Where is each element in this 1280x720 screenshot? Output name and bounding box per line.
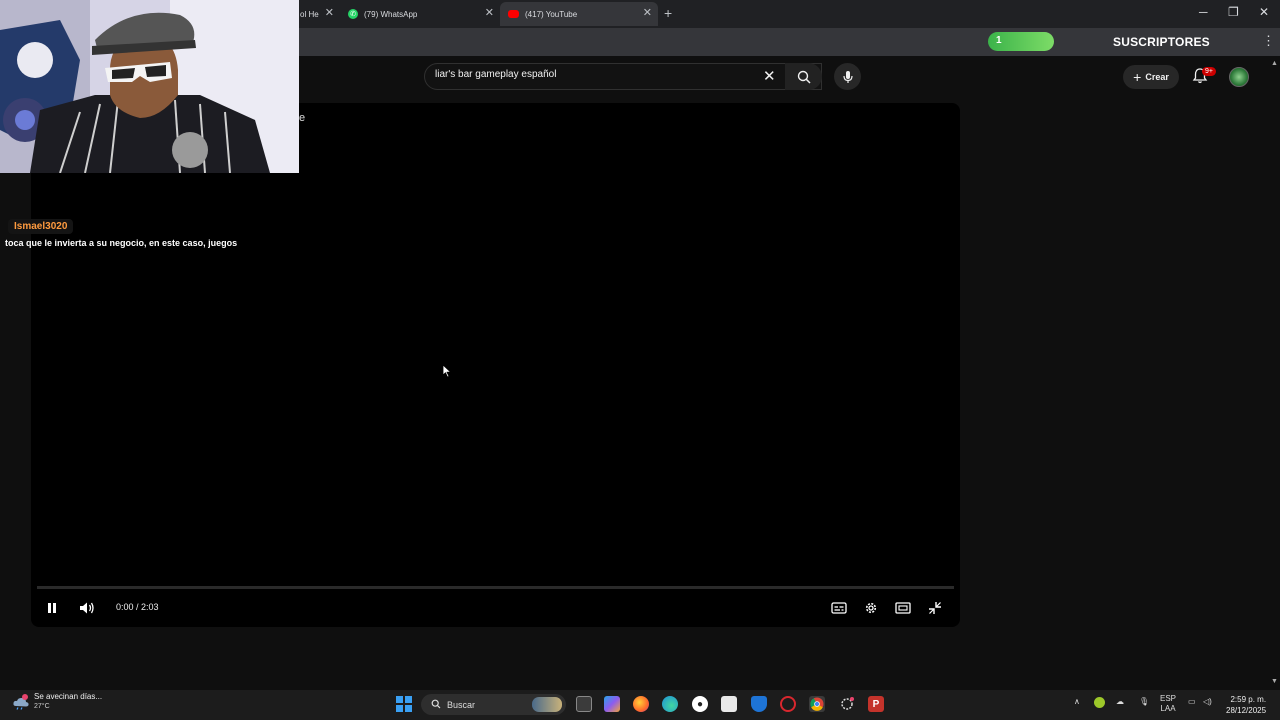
windows-logo-tile <box>405 696 412 703</box>
microsoft-store-icon[interactable] <box>721 696 737 712</box>
windows-logo-tile <box>396 696 403 703</box>
notifications-badge: 9+ <box>1202 67 1216 76</box>
tab-close-icon[interactable]: ✕ <box>325 6 334 19</box>
obs-icon[interactable]: ● <box>692 696 708 712</box>
gear-icon <box>865 602 877 614</box>
maximize-button[interactable]: ❐ <box>1228 5 1239 19</box>
pause-icon <box>48 603 56 613</box>
tab-label: (417) YouTube <box>525 9 578 19</box>
video-title-fragment: e <box>299 112 306 124</box>
windows-logo-tile <box>396 705 403 712</box>
speaker-icon[interactable]: ◁) <box>1203 697 1212 706</box>
tray-cloud-icon[interactable]: ☁ <box>1116 697 1124 706</box>
windows-logo-tile <box>405 705 412 712</box>
streamer-image <box>0 0 299 173</box>
tab-close-icon[interactable]: ✕ <box>643 6 652 19</box>
language-bottom: LAA <box>1160 704 1176 713</box>
weather-widget[interactable]: Se avecinan días... 27°C <box>12 692 102 712</box>
app-settings-icon[interactable] <box>839 696 855 712</box>
scroll-down-arrow[interactable]: ▼ <box>1271 678 1278 685</box>
taskbar-search[interactable]: Buscar <box>421 694 566 715</box>
opera-icon[interactable] <box>780 696 796 712</box>
screen: ol He ✕ ✆ (79) WhatsApp ✕ (417) YouTube … <box>0 0 1280 720</box>
clock-date: 28/12/2025 <box>1226 706 1267 715</box>
tab-youtube[interactable]: (417) YouTube ✕ <box>500 2 658 26</box>
search-button[interactable] <box>785 63 822 90</box>
tab-partial[interactable]: ol He ✕ <box>292 2 340 26</box>
edge-icon[interactable] <box>662 696 678 712</box>
voice-search-button[interactable] <box>834 63 861 90</box>
search-input[interactable] <box>435 69 755 80</box>
time-display: 0:00 / 2:03 <box>116 602 159 612</box>
search-highlight-image <box>532 697 562 712</box>
account-avatar[interactable] <box>1229 67 1249 87</box>
video-player[interactable] <box>31 103 960 627</box>
pause-button[interactable] <box>42 598 62 618</box>
new-tab-button[interactable]: + <box>664 5 672 21</box>
mouse-cursor-icon <box>442 364 452 383</box>
clear-search-button[interactable]: ✕ <box>763 67 776 85</box>
network-icon[interactable]: ▭ <box>1188 697 1196 706</box>
tab-whatsapp[interactable]: ✆ (79) WhatsApp ✕ <box>340 2 500 26</box>
whatsapp-icon: ✆ <box>348 9 358 19</box>
volume-button[interactable] <box>77 598 97 618</box>
youtube-icon <box>508 10 519 18</box>
weather-text: Se avecinan días... <box>34 692 103 701</box>
microphone-icon <box>842 70 853 83</box>
chrome-icon <box>810 697 824 711</box>
fullscreen-exit-icon <box>929 602 941 614</box>
weather-icon <box>13 694 29 710</box>
close-window-button[interactable]: ✕ <box>1259 5 1269 19</box>
tab-close-icon[interactable]: ✕ <box>485 6 494 19</box>
system-clock[interactable]: 2:59 p. m. 28/12/2025 <box>1226 694 1266 716</box>
browser-menu-button[interactable]: ⋮ <box>1262 33 1275 49</box>
start-button[interactable] <box>396 696 412 712</box>
taskbar-search-placeholder: Buscar <box>447 699 476 710</box>
search-icon <box>431 699 441 711</box>
scroll-up-arrow[interactable]: ▲ <box>1271 60 1278 67</box>
plus-icon: + <box>1133 69 1142 85</box>
tab-label: (79) WhatsApp <box>364 9 418 19</box>
language-indicator[interactable]: ESP LAA <box>1160 694 1176 714</box>
weather-temperature: 27°C <box>34 703 50 710</box>
clock-time: 2:59 p. m. <box>1230 695 1267 704</box>
search-icon <box>797 70 811 84</box>
subscribers-label: SUSCRIPTORES <box>1113 35 1210 49</box>
firefox-icon[interactable] <box>633 696 649 712</box>
chat-message: toca que le invierta a su negocio, en es… <box>5 238 238 248</box>
subscriber-counter-value: 1 <box>996 35 1002 46</box>
chrome-button[interactable] <box>809 696 825 712</box>
chat-username: Ismael3020 <box>8 219 74 234</box>
tray-microphone-icon[interactable]: 🎙 <box>1139 697 1149 706</box>
task-view-icon[interactable] <box>576 696 592 712</box>
language-top: ESP <box>1160 694 1177 703</box>
subscriber-counter-bar: 1 <box>988 32 1054 51</box>
tray-app-icon[interactable] <box>1094 697 1105 708</box>
create-button[interactable]: + Crear <box>1123 65 1179 89</box>
fullscreen-button[interactable] <box>925 598 945 618</box>
settings-button[interactable] <box>861 598 881 618</box>
tray-overflow-chevron-icon[interactable]: ∧ <box>1074 697 1080 706</box>
minimize-button[interactable]: ─ <box>1199 5 1208 19</box>
theater-mode-button[interactable] <box>893 598 913 618</box>
subtitles-icon <box>831 602 847 614</box>
subtitles-button[interactable] <box>829 598 849 618</box>
create-label: Crear <box>1145 72 1169 82</box>
security-shield-icon[interactable] <box>751 696 767 712</box>
webcam-overlay <box>0 0 299 173</box>
theater-mode-icon <box>895 602 911 614</box>
volume-icon <box>80 602 94 614</box>
copilot-icon[interactable] <box>604 696 620 712</box>
progress-bar[interactable] <box>37 586 954 589</box>
tab-label: ol He <box>300 9 319 19</box>
powerpoint-icon[interactable]: P <box>868 696 884 712</box>
